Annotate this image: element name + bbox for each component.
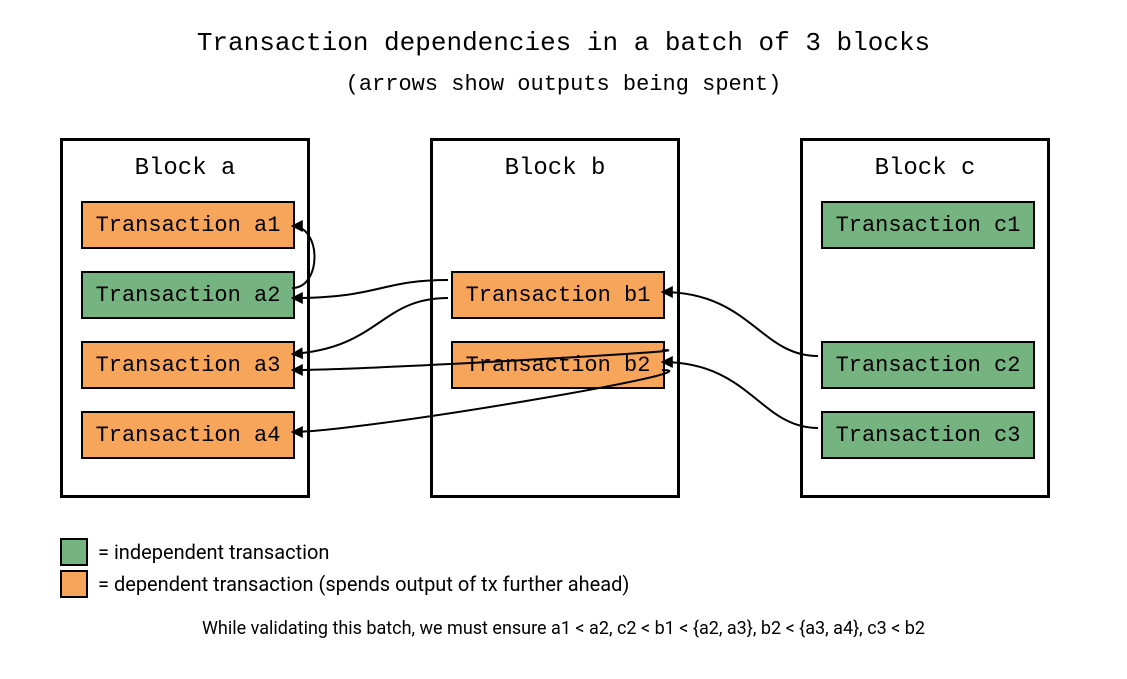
legend-orange-swatch [60, 570, 88, 598]
edge-b2-a3 [292, 350, 668, 370]
edge-b1-a3 [292, 298, 448, 354]
legend: = independent transaction = dependent tr… [60, 536, 629, 600]
diagram-title: Transaction dependencies in a batch of 3… [0, 28, 1127, 58]
edge-b2-a4 [292, 370, 669, 432]
legend-green-label: = independent transaction [98, 540, 329, 564]
legend-green-swatch [60, 538, 88, 566]
legend-orange-row: = dependent transaction (spends output o… [60, 568, 629, 600]
edge-a2-a1 [292, 226, 315, 288]
edge-c3-b2 [662, 362, 818, 428]
legend-orange-label: = dependent transaction (spends output o… [98, 572, 629, 596]
dependency-edges [60, 138, 1070, 498]
footer-caption: While validating this batch, we must ens… [60, 618, 1067, 639]
diagram-subtitle: (arrows show outputs being spent) [0, 72, 1127, 97]
edge-c2-b1 [662, 292, 818, 356]
edge-b1-a2 [292, 280, 448, 298]
diagram-canvas: Block a Transaction a1 Transaction a2 Tr… [60, 138, 1070, 498]
legend-green-row: = independent transaction [60, 536, 629, 568]
